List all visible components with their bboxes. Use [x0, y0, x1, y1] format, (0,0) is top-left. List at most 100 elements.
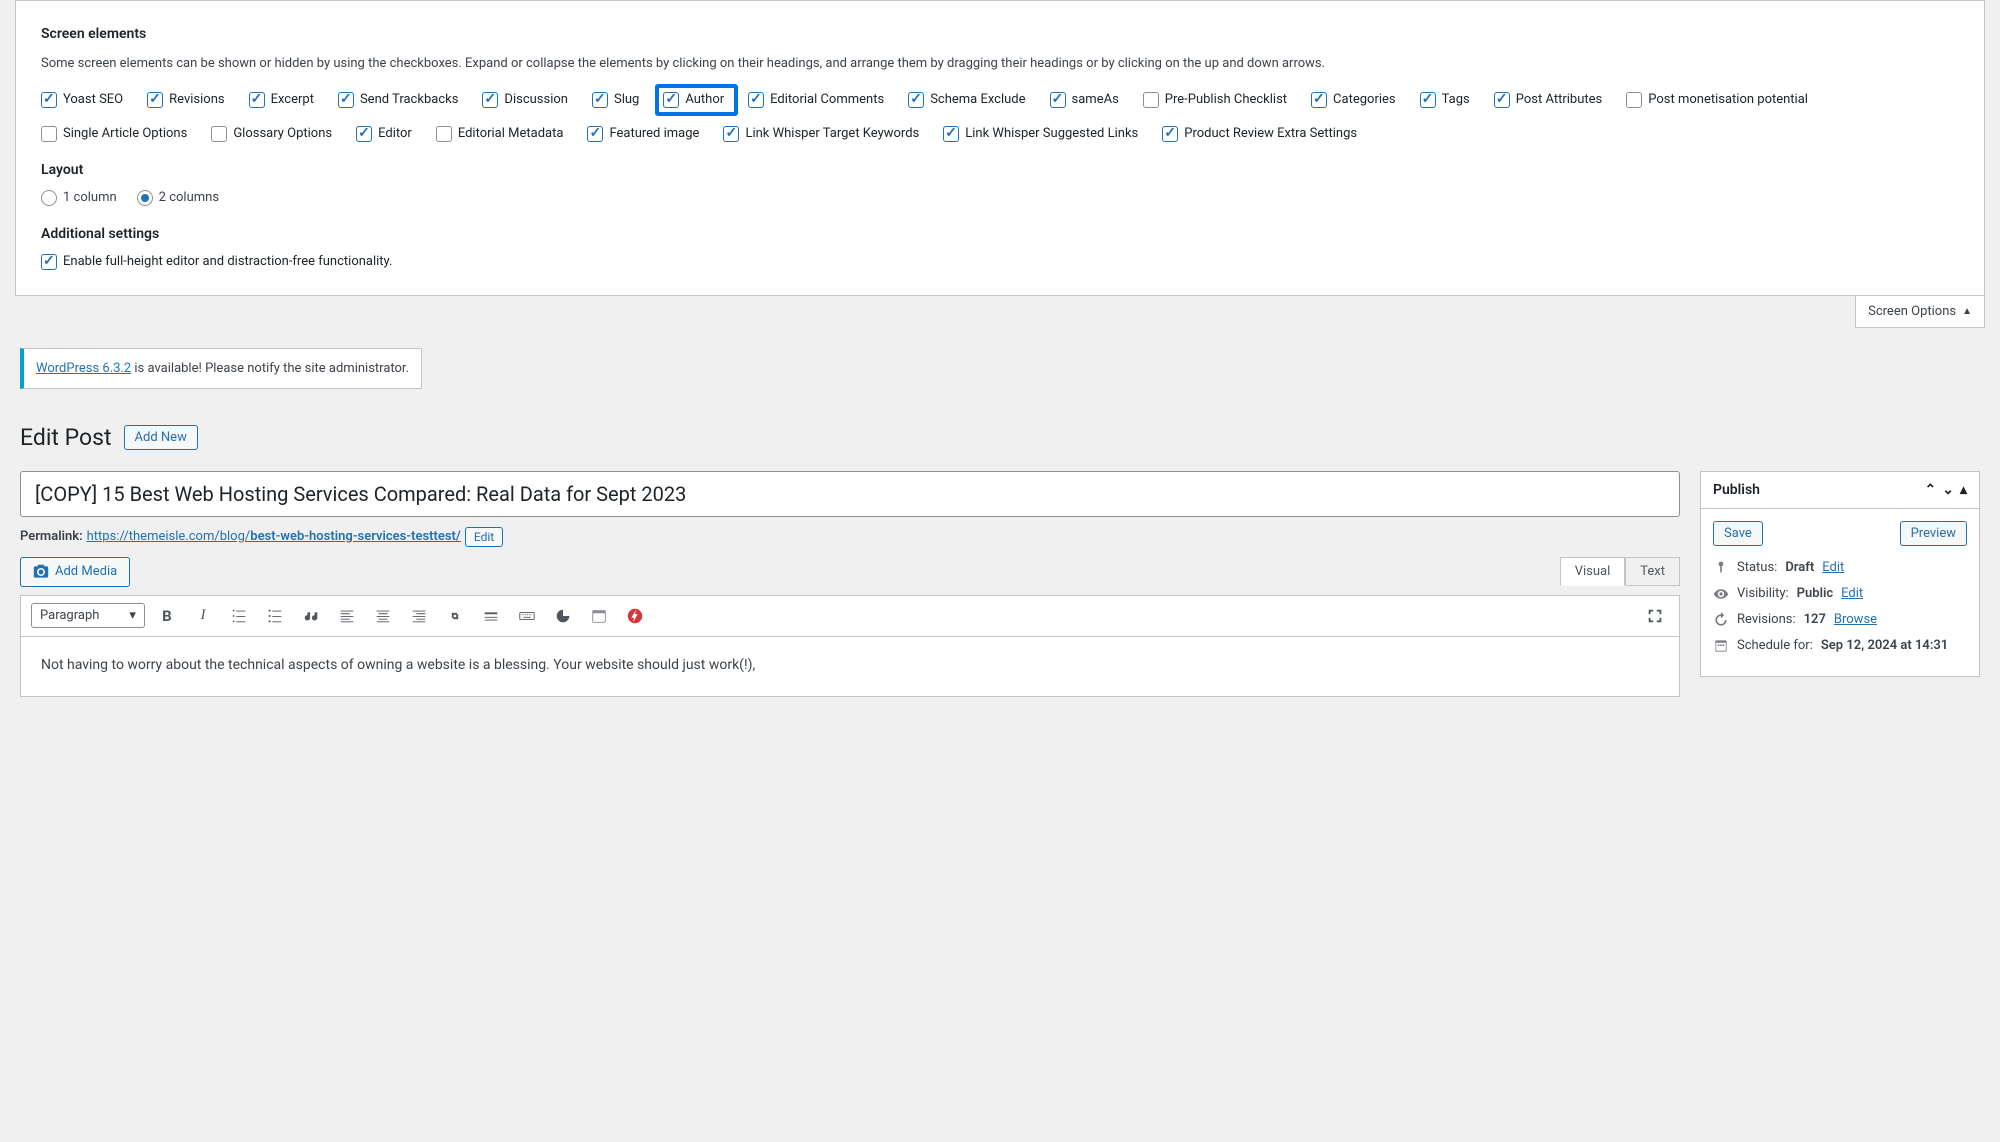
align-left-button[interactable]: [333, 602, 361, 630]
checkbox-label: sameAs: [1072, 92, 1119, 107]
checkbox-icon: [943, 126, 959, 142]
checkbox-label: Post monetisation potential: [1648, 92, 1808, 107]
format-select[interactable]: Paragraph ▾: [31, 603, 145, 628]
calendar-icon: [1713, 638, 1729, 654]
editor-content[interactable]: Not having to worry about the technical …: [20, 637, 1680, 697]
add-new-button[interactable]: Add New: [124, 425, 198, 450]
screen-element-checkbox-categories[interactable]: Categories: [1311, 92, 1396, 108]
chevron-down-icon[interactable]: ⌄: [1942, 482, 1954, 498]
checkbox-icon: [41, 254, 57, 270]
align-center-button[interactable]: [369, 602, 397, 630]
keyboard-button[interactable]: [513, 602, 541, 630]
bullet-list-icon: [230, 607, 248, 625]
screen-element-checkbox-glossary-options[interactable]: Glossary Options: [211, 126, 332, 142]
insert-more-button[interactable]: [477, 602, 505, 630]
checkbox-label: Yoast SEO: [63, 92, 123, 107]
link-button[interactable]: [441, 602, 469, 630]
screen-element-checkbox-yoast-seo[interactable]: Yoast SEO: [41, 92, 123, 108]
screen-element-checkbox-editorial-comments[interactable]: Editorial Comments: [748, 92, 884, 108]
screen-element-checkbox-excerpt[interactable]: Excerpt: [249, 92, 314, 108]
screen-element-checkbox-post-monetisation-potential[interactable]: Post monetisation potential: [1626, 92, 1808, 108]
permalink-row: Permalink: https://themeisle.com/blog/be…: [20, 527, 1680, 547]
visibility-row: Visibility: Public Edit: [1713, 586, 1967, 602]
checkbox-icon: [1143, 92, 1159, 108]
page-title: Edit Post: [20, 424, 112, 451]
power-icon: [626, 607, 644, 625]
checkbox-icon: [356, 126, 372, 142]
permalink-label: Permalink:: [20, 529, 83, 544]
checkbox-icon: [41, 92, 57, 108]
screen-element-checkbox-pre-publish-checklist[interactable]: Pre-Publish Checklist: [1143, 92, 1287, 108]
keyboard-icon: [518, 607, 536, 625]
visibility-edit-link[interactable]: Edit: [1841, 586, 1863, 601]
calendar-icon: [590, 607, 608, 625]
bold-button[interactable]: B: [153, 602, 181, 630]
checkbox-icon: [338, 92, 354, 108]
screen-element-checkbox-discussion[interactable]: Discussion: [482, 92, 568, 108]
numbered-list-button[interactable]: [261, 602, 289, 630]
screen-element-checkbox-editorial-metadata[interactable]: Editorial Metadata: [436, 126, 564, 142]
camera-icon: [33, 564, 49, 580]
wordpress-update-link[interactable]: WordPress 6.3.2: [36, 361, 131, 376]
additional-settings-label: Enable full-height editor and distractio…: [63, 254, 392, 269]
additional-settings-checkbox[interactable]: Enable full-height editor and distractio…: [41, 254, 1959, 270]
layout-radio-1-column[interactable]: 1 column: [41, 190, 117, 206]
screen-element-checkbox-revisions[interactable]: Revisions: [147, 92, 224, 108]
checkbox-label: Send Trackbacks: [360, 92, 458, 107]
checkbox-icon: [1162, 126, 1178, 142]
screen-element-checkbox-author[interactable]: Author: [655, 84, 738, 116]
screen-element-checkbox-featured-image[interactable]: Featured image: [587, 126, 699, 142]
screen-element-checkbox-schema-exclude[interactable]: Schema Exclude: [908, 92, 1025, 108]
permalink-edit-button[interactable]: Edit: [465, 527, 503, 547]
collapse-toggle-icon[interactable]: ▴: [1960, 482, 1967, 498]
screen-element-checkbox-editor[interactable]: Editor: [356, 126, 412, 142]
revisions-browse-link[interactable]: Browse: [1834, 612, 1877, 627]
add-media-button[interactable]: Add Media: [20, 557, 130, 587]
checkbox-label: Excerpt: [271, 92, 314, 107]
checkbox-icon: [1311, 92, 1327, 108]
save-draft-button[interactable]: Save: [1713, 521, 1763, 546]
screen-element-checkbox-post-attributes[interactable]: Post Attributes: [1494, 92, 1603, 108]
fullscreen-icon: [1646, 607, 1664, 625]
publish-title: Publish: [1713, 482, 1760, 498]
permalink-url[interactable]: https://themeisle.com/blog/best-web-host…: [87, 529, 461, 544]
screen-element-checkbox-sameas[interactable]: sameAs: [1050, 92, 1119, 108]
update-notice: WordPress 6.3.2 is available! Please not…: [20, 348, 422, 389]
calendar-button[interactable]: [585, 602, 613, 630]
screen-options-toggle[interactable]: Screen Options: [1855, 296, 1985, 328]
fullscreen-button[interactable]: [1641, 602, 1669, 630]
chart-button[interactable]: [549, 602, 577, 630]
align-right-icon: [410, 607, 428, 625]
checkbox-icon: [482, 92, 498, 108]
checkbox-icon: [908, 92, 924, 108]
editor-tab-text[interactable]: Text: [1625, 557, 1680, 586]
editor-tab-visual[interactable]: Visual: [1560, 557, 1626, 586]
bullet-list-button[interactable]: [225, 602, 253, 630]
chevron-up-icon[interactable]: ⌃: [1925, 482, 1937, 498]
layout-radio-2-columns[interactable]: 2 columns: [137, 190, 219, 206]
screen-element-checkbox-tags[interactable]: Tags: [1420, 92, 1470, 108]
notice-text: is available! Please notify the site adm…: [131, 361, 409, 376]
checkbox-label: Slug: [614, 92, 639, 107]
checkbox-label: Tags: [1442, 92, 1470, 107]
preview-button[interactable]: Preview: [1900, 521, 1967, 546]
blockquote-button[interactable]: [297, 602, 325, 630]
screen-element-checkbox-link-whisper-target-keywords[interactable]: Link Whisper Target Keywords: [723, 126, 919, 142]
status-row: Status: Draft Edit: [1713, 560, 1967, 576]
status-edit-link[interactable]: Edit: [1822, 560, 1844, 575]
italic-button[interactable]: I: [189, 602, 217, 630]
post-title-input[interactable]: [20, 471, 1680, 517]
screen-element-checkbox-link-whisper-suggested-links[interactable]: Link Whisper Suggested Links: [943, 126, 1138, 142]
checkbox-icon: [723, 126, 739, 142]
checkbox-label: Glossary Options: [233, 126, 332, 141]
screen-element-checkbox-slug[interactable]: Slug: [592, 92, 639, 108]
screen-element-checkbox-send-trackbacks[interactable]: Send Trackbacks: [338, 92, 458, 108]
checkbox-label: Featured image: [609, 126, 699, 141]
checkbox-label: Post Attributes: [1516, 92, 1603, 107]
radio-icon: [137, 190, 153, 206]
radio-icon: [41, 190, 57, 206]
screen-element-checkbox-product-review-extra-settings[interactable]: Product Review Extra Settings: [1162, 126, 1357, 142]
power-button[interactable]: [621, 602, 649, 630]
align-right-button[interactable]: [405, 602, 433, 630]
screen-element-checkbox-single-article-options[interactable]: Single Article Options: [41, 126, 187, 142]
